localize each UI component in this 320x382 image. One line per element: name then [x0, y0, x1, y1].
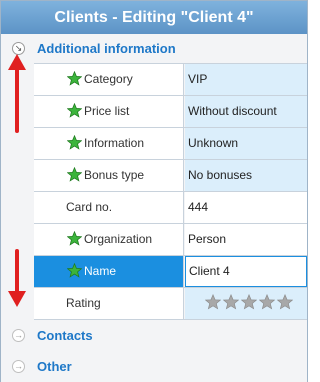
red-arrow-icon — [8, 249, 26, 307]
window-title: Clients - Editing "Client 4" — [1, 1, 307, 34]
green-star-icon — [67, 103, 82, 118]
field-label: Category — [84, 72, 133, 86]
group-label: Other — [37, 359, 72, 374]
group-label: Contacts — [37, 328, 93, 343]
field-value[interactable]: Unknown — [185, 128, 307, 159]
green-star-icon — [67, 135, 82, 150]
field-label: Card no. — [66, 200, 113, 214]
field-label-cell: Price list — [34, 96, 184, 127]
field-row-organization[interactable]: Organization Person — [34, 224, 307, 256]
property-grid: Category VIP Price list Without discount… — [34, 63, 307, 320]
field-value[interactable]: 444 — [185, 192, 307, 223]
expand-toggle-icon[interactable]: → — [12, 329, 25, 342]
group-contacts[interactable]: → Contacts — [1, 321, 307, 351]
green-star-icon — [67, 231, 82, 246]
field-label-cell: Category — [34, 64, 184, 95]
field-label-cell: Organization — [34, 224, 184, 255]
field-label-cell: Rating — [34, 288, 184, 319]
gray-star-icon[interactable] — [259, 294, 275, 310]
green-star-icon — [67, 167, 82, 182]
field-label: Organization — [84, 232, 153, 246]
green-star-icon — [67, 71, 82, 86]
field-label-cell: Bonus type — [34, 160, 184, 191]
field-value[interactable]: No bonuses — [185, 160, 307, 191]
expand-toggle-icon[interactable]: → — [12, 360, 25, 373]
field-row-rating[interactable]: Rating — [34, 288, 307, 320]
field-row-information-source[interactable]: Information source Unknown — [34, 128, 307, 181]
field-label: Name — [84, 264, 117, 278]
gray-star-icon[interactable] — [277, 294, 293, 310]
field-label: Price list — [84, 104, 130, 118]
red-arrow-icon — [8, 54, 26, 133]
field-label: Bonus type — [84, 168, 145, 182]
field-label-cell: Information source — [34, 128, 184, 181]
group-additional-information[interactable]: ↘ Additional information — [1, 34, 307, 64]
name-input[interactable]: Client 4 — [185, 256, 307, 287]
group-label: Additional information — [37, 41, 176, 56]
edit-client-window: Clients - Editing "Client 4" ↘ Additiona… — [0, 0, 308, 382]
gray-star-icon[interactable] — [241, 294, 257, 310]
gray-star-icon[interactable] — [205, 294, 221, 310]
field-label: Rating — [66, 296, 101, 310]
field-label-cell: Name — [34, 256, 184, 287]
field-row-price-list[interactable]: Price list Without discount — [34, 96, 307, 128]
field-row-name[interactable]: Name Client 4 — [34, 256, 307, 288]
gray-star-icon[interactable] — [223, 294, 239, 310]
group-other[interactable]: → Other — [1, 352, 307, 382]
field-row-card-no[interactable]: Card no. 444 — [34, 192, 307, 224]
field-value[interactable]: Without discount — [185, 96, 307, 127]
rating-stars[interactable] — [205, 294, 293, 312]
field-value[interactable]: Person — [185, 224, 307, 255]
rating-field[interactable] — [185, 288, 307, 319]
field-row-bonus-type[interactable]: Bonus type No bonuses — [34, 160, 307, 192]
field-value[interactable]: VIP — [185, 64, 307, 95]
field-row-category[interactable]: Category VIP — [34, 64, 307, 96]
green-star-icon — [67, 263, 82, 278]
field-label-cell: Card no. — [34, 192, 184, 223]
